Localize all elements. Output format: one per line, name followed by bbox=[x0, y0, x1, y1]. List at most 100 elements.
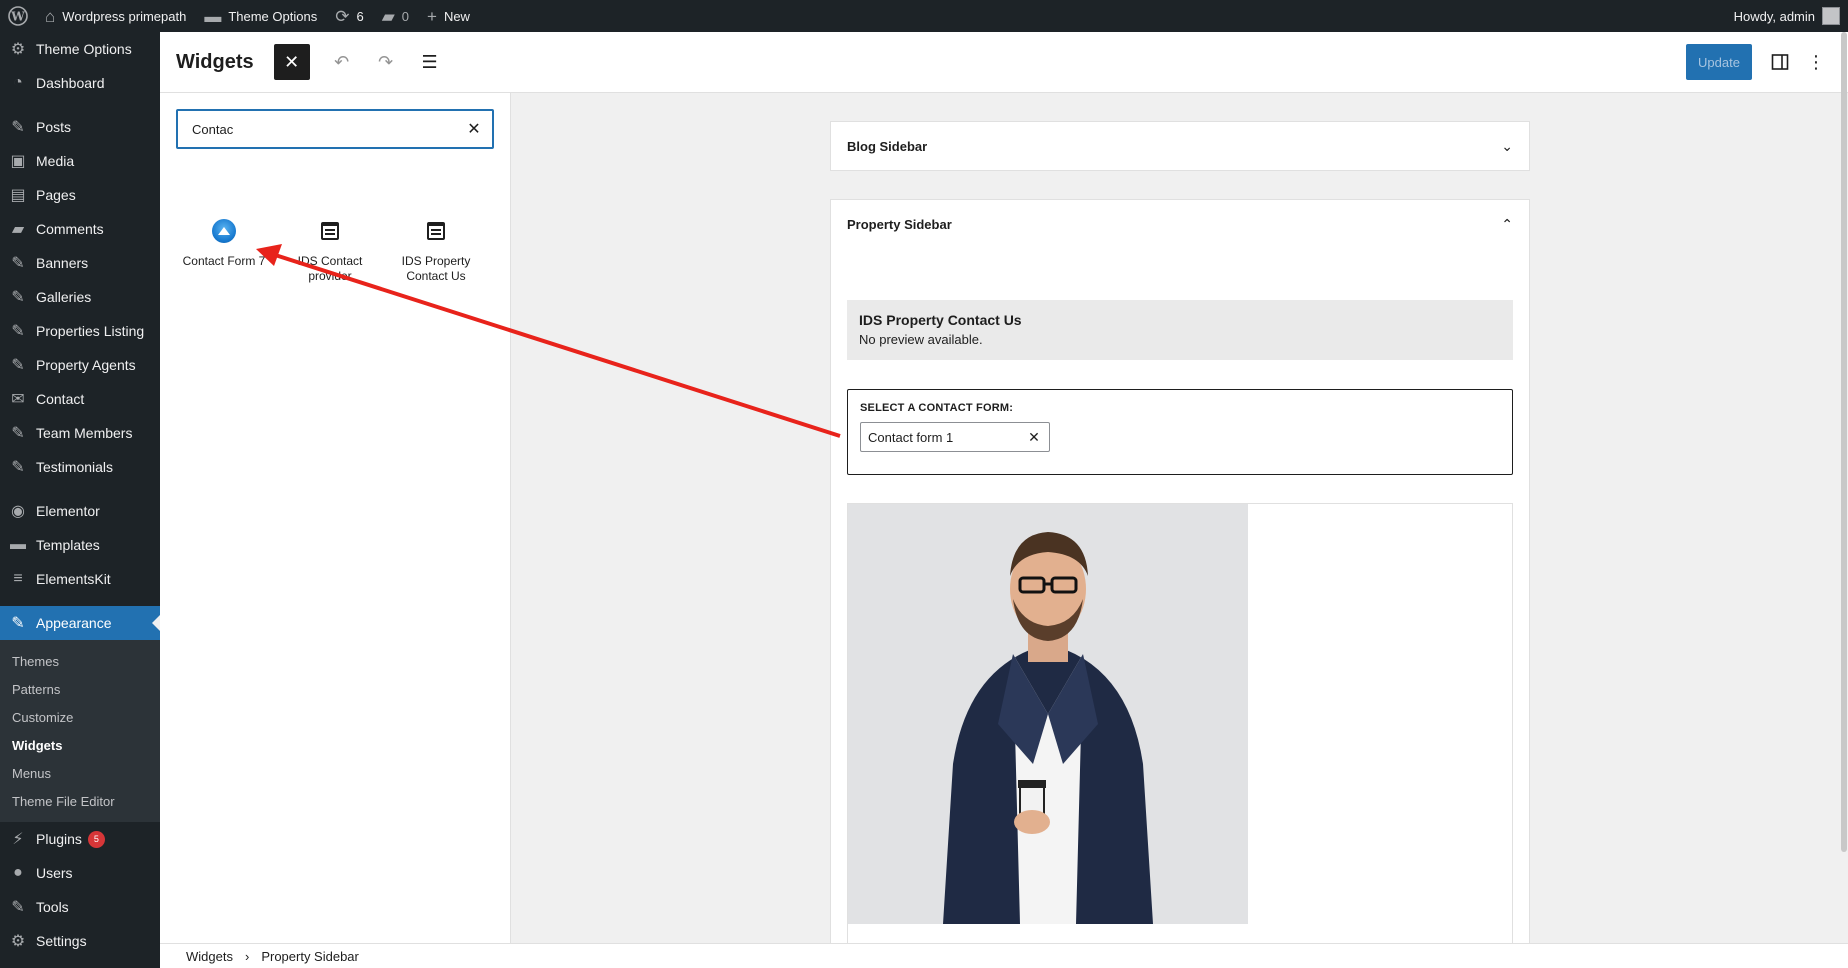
widget-area-property-sidebar[interactable]: Property Sidebar ⌃ IDS Property Contact … bbox=[830, 199, 1530, 943]
scrollbar-thumb[interactable] bbox=[1841, 32, 1847, 852]
comments-link[interactable]: ▰ 0 bbox=[373, 0, 418, 32]
sidebar-item-elementor[interactable]: ◉ Elementor bbox=[0, 494, 160, 528]
page-title: Widgets bbox=[176, 50, 254, 73]
ek-icon: ≡ bbox=[13, 570, 23, 587]
sidebar-item-settings[interactable]: ⚙ Settings bbox=[0, 924, 160, 958]
updates-link[interactable]: ⟳ 6 bbox=[326, 0, 372, 32]
sidebar-item-contact[interactable]: ✉ Contact bbox=[0, 382, 160, 416]
sidebar-item-comments[interactable]: ▰ Comments bbox=[0, 212, 160, 246]
settings-panel-toggle[interactable] bbox=[1762, 44, 1798, 80]
contact-form-selector-block[interactable]: Select a contact form: Contact form 1 ✕ bbox=[847, 389, 1513, 475]
new-label: New bbox=[443, 8, 470, 24]
widgets-canvas: Blog Sidebar ⌄ Property Sidebar ⌃ IDS Pr… bbox=[512, 93, 1840, 943]
sidebar-item-team-members[interactable]: ✎ Team Members bbox=[0, 416, 160, 450]
theme-options-label: Theme Options bbox=[228, 8, 318, 24]
sidebar-toggle-icon bbox=[1771, 54, 1789, 70]
close-icon: ✕ bbox=[284, 51, 300, 72]
sidebar-item-media[interactable]: ▣ Media bbox=[0, 144, 160, 178]
submenu-themes[interactable]: Themes bbox=[0, 647, 160, 675]
dashboard-icon: ◔ bbox=[13, 74, 23, 91]
appearance-submenu: Themes Patterns Customize Widgets Menus … bbox=[0, 640, 160, 822]
widget-area-title: Blog Sidebar bbox=[847, 138, 928, 154]
submenu-menus[interactable]: Menus bbox=[0, 759, 160, 787]
account-menu[interactable]: Howdy, admin bbox=[1725, 0, 1848, 32]
sidebar-item-galleries[interactable]: ✎ Galleries bbox=[0, 280, 160, 314]
block-contact-form-7[interactable]: Contact Form 7 bbox=[171, 218, 277, 269]
wordpress-logo-icon[interactable]: W bbox=[0, 0, 36, 32]
folder-icon: ▬ bbox=[204, 6, 222, 26]
site-name-link[interactable]: ⌂ Wordpress primepath bbox=[36, 0, 195, 32]
undo-button[interactable]: ↶ bbox=[324, 44, 360, 80]
submenu-widgets[interactable]: Widgets bbox=[0, 731, 160, 759]
settings-icon: ⚙ bbox=[10, 933, 26, 950]
block-inserter-panel: Contac ✕ Contact Form 7 IDS Contact prov… bbox=[160, 93, 511, 943]
folder-icon: ▬ bbox=[10, 536, 26, 553]
refresh-icon: ⟳ bbox=[335, 6, 350, 26]
image-widget-block[interactable] bbox=[847, 503, 1513, 943]
clear-search-icon[interactable]: ✕ bbox=[456, 119, 492, 139]
pin-icon: ✎ bbox=[11, 289, 25, 306]
selected-form-value: Contact form 1 bbox=[868, 429, 954, 445]
block-label: Contact Form 7 bbox=[182, 254, 266, 268]
new-content-link[interactable]: + New bbox=[418, 0, 479, 32]
admin-bar: W ⌂ Wordpress primepath ▬ Theme Options … bbox=[0, 0, 1848, 32]
more-options-button[interactable]: ⋮ bbox=[1798, 44, 1834, 80]
update-button[interactable]: Update bbox=[1686, 44, 1752, 80]
chevron-right-icon: › bbox=[244, 948, 250, 964]
block-label: IDS Property Contact Us bbox=[401, 254, 471, 283]
calendar-icon bbox=[427, 222, 445, 240]
media-icon: ▣ bbox=[10, 153, 26, 170]
sidebar-item-posts[interactable]: ✎ Posts bbox=[0, 110, 160, 144]
pin-icon: ✎ bbox=[11, 459, 25, 476]
block-ids-property-contact-us[interactable]: IDS Property Contact Us bbox=[383, 218, 489, 284]
greeting-label: Howdy, admin bbox=[1733, 8, 1815, 24]
sidebar-item-tools[interactable]: ✎ Tools bbox=[0, 890, 160, 924]
list-view-button[interactable]: ☰ bbox=[412, 44, 448, 80]
sidebar-item-users[interactable]: ● Users bbox=[0, 856, 160, 890]
chevron-down-icon[interactable]: ⌄ bbox=[1501, 138, 1513, 155]
breadcrumb-widgets[interactable]: Widgets bbox=[186, 949, 233, 964]
page-scrollbar[interactable] bbox=[1840, 32, 1848, 852]
submenu-theme-file-editor[interactable]: Theme File Editor bbox=[0, 787, 160, 815]
widget-area-header[interactable]: Blog Sidebar ⌄ bbox=[831, 122, 1529, 170]
sidebar-item-dashboard[interactable]: ◔ Dashboard bbox=[0, 66, 160, 100]
block-search-input[interactable]: Contac ✕ bbox=[176, 109, 494, 149]
widget-area-header[interactable]: Property Sidebar ⌃ bbox=[831, 204, 1529, 244]
close-inserter-button[interactable]: ✕ bbox=[273, 44, 310, 80]
gear-icon: ⚙ bbox=[10, 41, 26, 58]
theme-options-link[interactable]: ▬ Theme Options bbox=[195, 0, 326, 32]
sidebar-item-testimonials[interactable]: ✎ Testimonials bbox=[0, 450, 160, 484]
chevron-up-icon[interactable]: ⌃ bbox=[1501, 216, 1513, 233]
sidebar-item-pages[interactable]: ▤ Pages bbox=[0, 178, 160, 212]
breadcrumb-property-sidebar[interactable]: Property Sidebar bbox=[261, 949, 359, 964]
pin-icon: ✎ bbox=[11, 255, 25, 272]
svg-text:W: W bbox=[10, 10, 25, 24]
avatar bbox=[1822, 7, 1840, 25]
block-label: IDS Contact provider bbox=[297, 254, 363, 283]
elementor-icon: ◉ bbox=[11, 503, 25, 520]
widget-preview-placeholder[interactable]: IDS Property Contact Us No preview avail… bbox=[847, 300, 1513, 360]
contact-form-select[interactable]: Contact form 1 ✕ bbox=[860, 422, 1050, 452]
sidebar-item-banners[interactable]: ✎ Banners bbox=[0, 246, 160, 280]
widget-preview-note: No preview available. bbox=[859, 332, 983, 347]
widget-area-blog-sidebar[interactable]: Blog Sidebar ⌄ bbox=[830, 121, 1530, 171]
sidebar-item-theme-options[interactable]: ⚙ Theme Options bbox=[0, 32, 160, 66]
clear-selection-icon[interactable]: ✕ bbox=[1019, 429, 1049, 446]
agent-photo bbox=[848, 504, 1248, 924]
home-icon: ⌂ bbox=[45, 6, 56, 26]
wrench-icon: ✎ bbox=[11, 899, 25, 916]
redo-button[interactable]: ↷ bbox=[368, 44, 404, 80]
search-value: Contac bbox=[192, 121, 234, 137]
sidebar-item-elementskit[interactable]: ≡ ElementsKit bbox=[0, 562, 160, 596]
plus-icon: + bbox=[427, 6, 437, 26]
sidebar-item-properties-listing[interactable]: ✎ Properties Listing bbox=[0, 314, 160, 348]
sidebar-item-plugins[interactable]: ⚡ Plugins 5 bbox=[0, 822, 160, 856]
submenu-customize[interactable]: Customize bbox=[0, 703, 160, 731]
block-ids-contact-provider[interactable]: IDS Contact provider bbox=[277, 218, 383, 284]
submenu-patterns[interactable]: Patterns bbox=[0, 675, 160, 703]
sidebar-item-templates[interactable]: ▬ Templates bbox=[0, 528, 160, 562]
contact-form-label: Select a contact form: bbox=[860, 402, 1014, 414]
widget-preview-title: IDS Property Contact Us bbox=[859, 312, 1022, 328]
sidebar-item-appearance[interactable]: ✎ Appearance bbox=[0, 606, 160, 640]
sidebar-item-property-agents[interactable]: ✎ Property Agents bbox=[0, 348, 160, 382]
